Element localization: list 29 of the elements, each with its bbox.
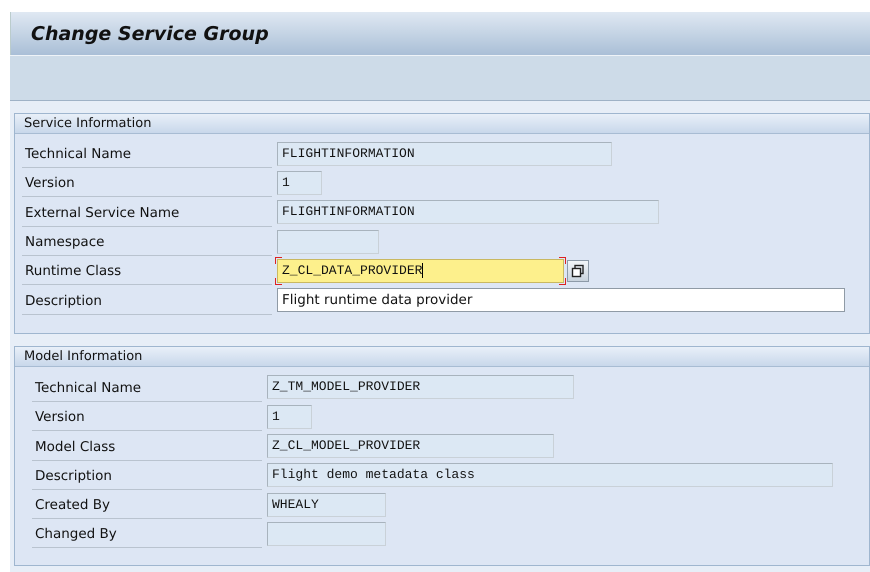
window-title: Change Service Group xyxy=(31,22,269,44)
field-label: Description xyxy=(32,460,262,490)
display-field[interactable]: Flight demo metadata class xyxy=(267,463,833,488)
field-label: External Service Name xyxy=(22,198,272,227)
display-field[interactable] xyxy=(277,230,379,254)
field-label: Runtime Class xyxy=(22,256,272,286)
field-label: Version xyxy=(32,402,262,432)
display-field[interactable]: Z_CL_MODEL_PROVIDER xyxy=(267,434,554,458)
field-label: Created By xyxy=(32,490,262,520)
display-field[interactable]: WHEALY xyxy=(267,492,386,517)
field-label: Model Class xyxy=(32,432,262,461)
display-field[interactable] xyxy=(267,522,386,546)
section-title: Model Information xyxy=(24,348,142,364)
field-label: Technical Name xyxy=(32,372,262,402)
value-help-button[interactable] xyxy=(567,260,589,282)
copy-icon xyxy=(571,264,585,278)
display-field[interactable]: 1 xyxy=(267,404,312,429)
field-label: Changed By xyxy=(32,519,262,548)
section-title: Service Information xyxy=(24,116,152,131)
display-field[interactable]: Z_TM_MODEL_PROVIDER xyxy=(267,375,574,400)
input-field[interactable]: Flight runtime data provider xyxy=(277,288,845,312)
field-label: Description xyxy=(22,286,272,315)
display-field[interactable]: FLIGHTINFORMATION xyxy=(277,142,612,166)
display-field[interactable]: FLIGHTINFORMATION xyxy=(277,200,659,224)
input-field[interactable]: Z_CL_DATA_PROVIDER xyxy=(277,258,564,283)
field-label: Namespace xyxy=(22,227,272,256)
field-label: Version xyxy=(22,168,272,198)
display-field[interactable]: 1 xyxy=(277,170,322,195)
field-label: Technical Name xyxy=(22,139,272,168)
